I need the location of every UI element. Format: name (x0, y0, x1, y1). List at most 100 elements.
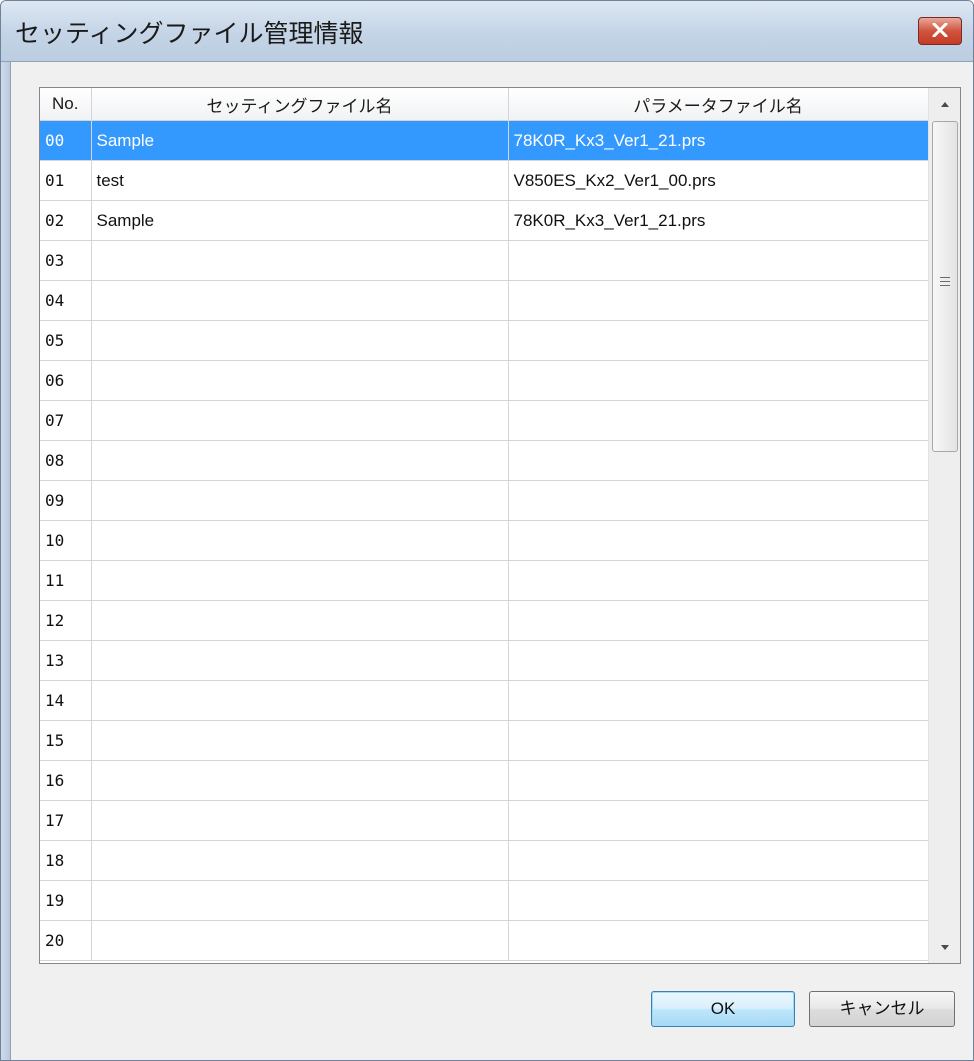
table-row[interactable]: 01 test V850ES_Kx2_Ver1_00.prs (40, 160, 929, 201)
cell-no[interactable]: 07 (40, 400, 92, 441)
cell-setting-file-name[interactable] (91, 320, 509, 361)
table-row[interactable]: 11 (40, 560, 929, 601)
table-row[interactable]: 12 (40, 600, 929, 641)
cell-setting-file-name[interactable] (91, 600, 509, 641)
cell-no[interactable]: 12 (40, 600, 92, 641)
cell-setting-file-name[interactable] (91, 280, 509, 321)
cell-parameter-file-name[interactable] (508, 440, 929, 481)
table-row[interactable]: 00 Sample 78K0R_Kx3_Ver1_21.prs (40, 120, 929, 161)
cell-parameter-file-name[interactable] (508, 680, 929, 721)
cell-parameter-file-name[interactable] (508, 480, 929, 521)
cell-parameter-file-name[interactable] (508, 800, 929, 841)
column-header-no[interactable]: No. (40, 88, 92, 121)
cell-setting-file-name[interactable] (91, 400, 509, 441)
cell-no[interactable]: 09 (40, 480, 92, 521)
cell-no[interactable]: 13 (40, 640, 92, 681)
cell-parameter-file-name[interactable] (508, 280, 929, 321)
cell-parameter-file-name[interactable] (508, 720, 929, 761)
cell-no[interactable]: 11 (40, 560, 92, 601)
cell-setting-file-name[interactable] (91, 240, 509, 281)
cell-no[interactable]: 05 (40, 320, 92, 361)
cell-setting-file-name[interactable] (91, 480, 509, 521)
cell-parameter-file-name[interactable] (508, 360, 929, 401)
table-row[interactable]: 19 (40, 880, 929, 921)
cell-no[interactable]: 02 (40, 200, 92, 241)
cell-parameter-file-name[interactable] (508, 880, 929, 921)
cell-no[interactable]: 17 (40, 800, 92, 841)
table-row[interactable]: 16 (40, 760, 929, 801)
cell-setting-file-name[interactable] (91, 760, 509, 801)
cell-setting-file-name[interactable] (91, 800, 509, 841)
cell-parameter-file-name[interactable] (508, 600, 929, 641)
cell-setting-file-name[interactable] (91, 680, 509, 721)
cell-parameter-file-name[interactable]: 78K0R_Kx3_Ver1_21.prs (508, 120, 929, 161)
column-header-setting-file-name[interactable]: セッティングファイル名 (91, 88, 509, 121)
scroll-down-arrow-icon (941, 945, 949, 950)
cell-setting-file-name[interactable] (91, 440, 509, 481)
table-row[interactable]: 14 (40, 680, 929, 721)
cell-parameter-file-name[interactable] (508, 520, 929, 561)
cell-setting-file-name[interactable] (91, 840, 509, 881)
cancel-button[interactable]: キャンセル (809, 991, 955, 1027)
table-row[interactable]: 02 Sample 78K0R_Kx3_Ver1_21.prs (40, 200, 929, 241)
cell-parameter-file-name[interactable] (508, 400, 929, 441)
table-row[interactable]: 13 (40, 640, 929, 681)
cell-parameter-file-name[interactable] (508, 840, 929, 881)
cell-no[interactable]: 06 (40, 360, 92, 401)
table-row[interactable]: 04 (40, 280, 929, 321)
cell-parameter-file-name[interactable] (508, 920, 929, 961)
table-header-row: No. セッティングファイル名 パラメータファイル名 (40, 88, 929, 121)
cell-parameter-file-name[interactable] (508, 240, 929, 281)
scroll-thumb[interactable] (932, 121, 958, 452)
cell-no[interactable]: 20 (40, 920, 92, 961)
cell-parameter-file-name[interactable] (508, 640, 929, 681)
scroll-up-arrow-icon (941, 102, 949, 107)
scroll-up-button[interactable] (929, 88, 960, 120)
cell-setting-file-name[interactable] (91, 360, 509, 401)
table-row[interactable]: 10 (40, 520, 929, 561)
table-row[interactable]: 17 (40, 800, 929, 841)
cell-setting-file-name[interactable]: test (91, 160, 509, 201)
table-row[interactable]: 08 (40, 440, 929, 481)
settings-file-grid[interactable]: No. セッティングファイル名 パラメータファイル名 00 Sample 78K0R… (39, 87, 961, 964)
cell-setting-file-name[interactable] (91, 560, 509, 601)
cell-no[interactable]: 15 (40, 720, 92, 761)
cell-no[interactable]: 18 (40, 840, 92, 881)
cell-parameter-file-name[interactable] (508, 320, 929, 361)
cell-no[interactable]: 14 (40, 680, 92, 721)
table-row[interactable]: 20 (40, 920, 929, 961)
cell-no[interactable]: 16 (40, 760, 92, 801)
cell-setting-file-name[interactable] (91, 640, 509, 681)
table-row[interactable]: 09 (40, 480, 929, 521)
cell-parameter-file-name[interactable]: V850ES_Kx2_Ver1_00.prs (508, 160, 929, 201)
cell-setting-file-name[interactable] (91, 520, 509, 561)
vertical-scrollbar[interactable] (928, 88, 960, 963)
cell-no[interactable]: 04 (40, 280, 92, 321)
title-bar[interactable]: セッティングファイル管理情報 (1, 1, 973, 62)
column-header-parameter-file-name[interactable]: パラメータファイル名 (508, 88, 929, 121)
cell-setting-file-name[interactable]: Sample (91, 120, 509, 161)
scroll-down-button[interactable] (929, 931, 960, 963)
cell-setting-file-name[interactable]: Sample (91, 200, 509, 241)
cell-setting-file-name[interactable] (91, 880, 509, 921)
table-row[interactable]: 07 (40, 400, 929, 441)
table-row[interactable]: 05 (40, 320, 929, 361)
cell-parameter-file-name[interactable]: 78K0R_Kx3_Ver1_21.prs (508, 200, 929, 241)
cell-no[interactable]: 00 (40, 120, 92, 161)
cell-no[interactable]: 03 (40, 240, 92, 281)
ok-button[interactable]: OK (651, 991, 795, 1027)
cell-no[interactable]: 19 (40, 880, 92, 921)
cell-parameter-file-name[interactable] (508, 560, 929, 601)
cell-no[interactable]: 08 (40, 440, 92, 481)
cell-no[interactable]: 01 (40, 160, 92, 201)
scroll-grip-icon (940, 277, 950, 287)
cell-no[interactable]: 10 (40, 520, 92, 561)
table-row[interactable]: 18 (40, 840, 929, 881)
cell-parameter-file-name[interactable] (508, 760, 929, 801)
cell-setting-file-name[interactable] (91, 920, 509, 961)
cell-setting-file-name[interactable] (91, 720, 509, 761)
table-row[interactable]: 15 (40, 720, 929, 761)
table-row[interactable]: 03 (40, 240, 929, 281)
close-button[interactable] (918, 17, 962, 45)
table-row[interactable]: 06 (40, 360, 929, 401)
